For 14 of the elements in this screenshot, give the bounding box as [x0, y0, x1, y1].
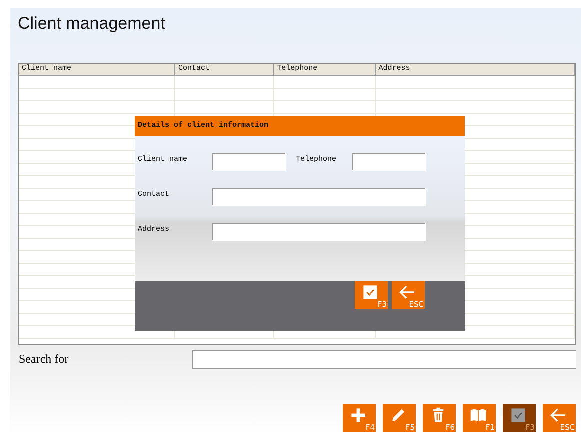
- input-field[interactable]: [212, 188, 426, 206]
- check-icon: [362, 284, 379, 301]
- search-field[interactable]: [192, 350, 576, 368]
- input-field[interactable]: [212, 223, 426, 241]
- book-icon: [470, 407, 487, 424]
- input-field[interactable]: [352, 153, 426, 171]
- check-icon: [510, 407, 527, 424]
- page-title: Client management: [18, 14, 166, 35]
- plus-icon: [350, 407, 367, 424]
- input-field[interactable]: [212, 153, 286, 171]
- search-label: Search for: [18, 352, 70, 366]
- back-icon: [550, 407, 567, 424]
- back-icon: [399, 284, 416, 301]
- pencil-icon: [390, 407, 407, 424]
